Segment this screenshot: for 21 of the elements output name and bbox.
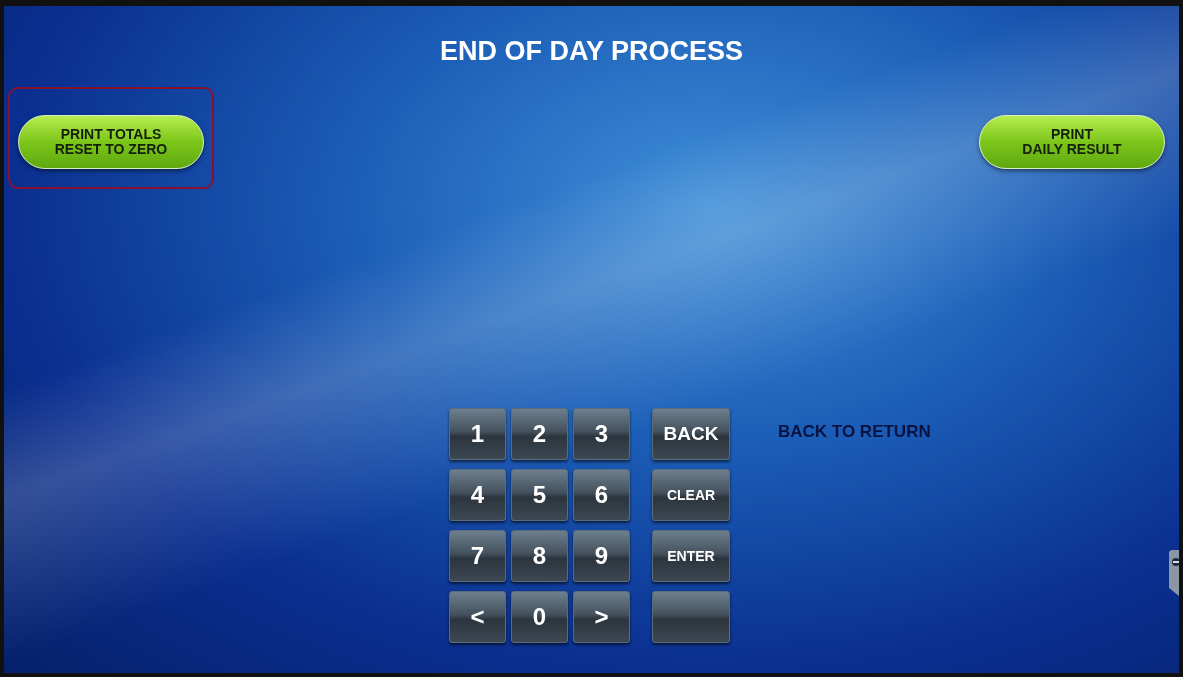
keypad-key[interactable]: 4 xyxy=(449,469,506,521)
keypad-key[interactable]: 8 xyxy=(511,530,568,582)
function-key[interactable]: BACK xyxy=(652,408,730,460)
keypad-key[interactable]: 3 xyxy=(573,408,630,460)
keypad-key[interactable]: > xyxy=(573,591,630,643)
action-button[interactable]: PRINT TOTALS RESET TO ZERO xyxy=(18,115,204,169)
action-button[interactable]: PRINT DAILY RESULT xyxy=(979,115,1165,169)
function-key[interactable]: CLEAR xyxy=(652,469,730,521)
blank-key[interactable] xyxy=(652,591,730,643)
keypad-key[interactable]: 6 xyxy=(573,469,630,521)
keypad-key[interactable]: 2 xyxy=(511,408,568,460)
side-tab-icon[interactable] xyxy=(1169,550,1179,596)
keypad-key[interactable]: 7 xyxy=(449,530,506,582)
screen-title: END OF DAY PROCESS xyxy=(439,36,744,67)
hint-text: BACK TO RETURN xyxy=(778,422,931,443)
keypad-key[interactable]: < xyxy=(449,591,506,643)
function-key[interactable]: ENTER xyxy=(652,530,730,582)
keypad-key[interactable]: 1 xyxy=(449,408,506,460)
keypad-key[interactable]: 5 xyxy=(511,469,568,521)
keypad-key[interactable]: 0 xyxy=(511,591,568,643)
keypad-key[interactable]: 9 xyxy=(573,530,630,582)
